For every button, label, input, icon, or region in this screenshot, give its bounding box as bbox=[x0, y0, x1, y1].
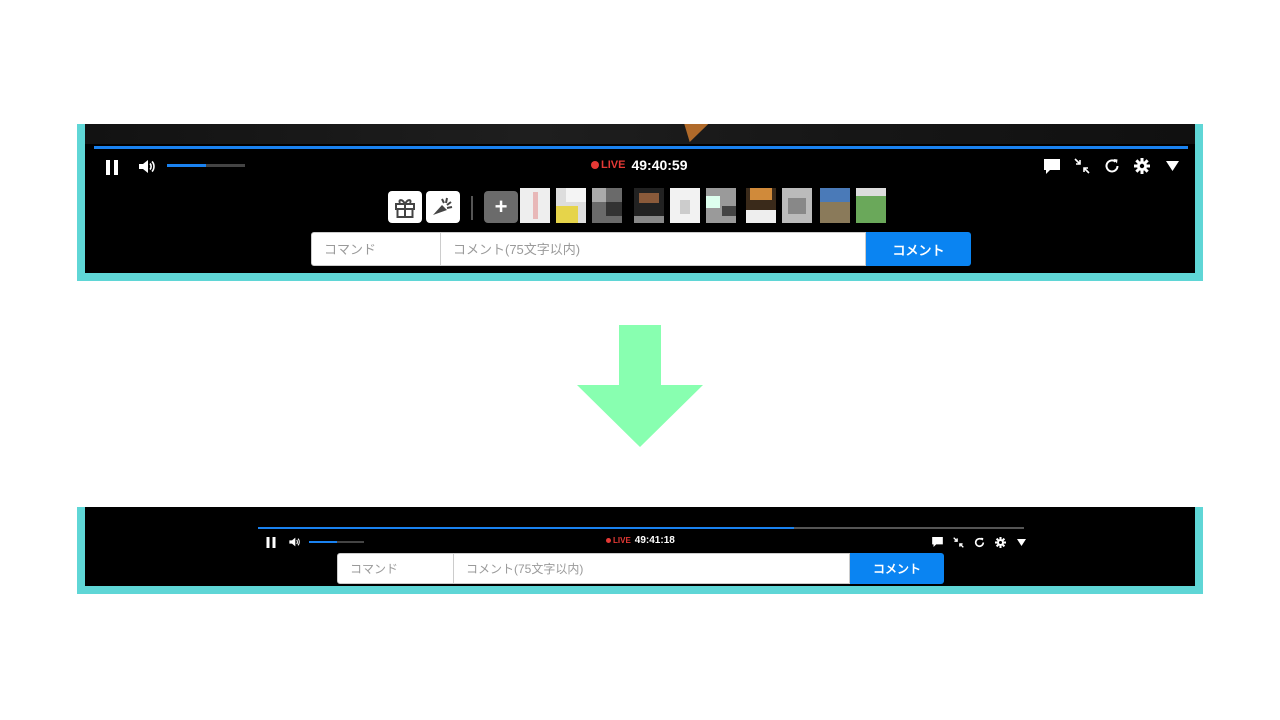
command-input[interactable] bbox=[311, 232, 441, 266]
volume-slider[interactable] bbox=[167, 164, 245, 167]
comment-form: コメント bbox=[311, 232, 971, 266]
add-item-button[interactable]: + bbox=[484, 191, 518, 223]
item-thumbnail[interactable] bbox=[592, 188, 622, 223]
comment-form: コメント bbox=[337, 553, 944, 584]
settings-icon bbox=[1134, 158, 1150, 174]
gift-button[interactable] bbox=[388, 191, 422, 223]
settings-button[interactable] bbox=[993, 535, 1007, 549]
comment-toggle-button[interactable] bbox=[1043, 157, 1061, 175]
item-thumbnail[interactable] bbox=[856, 188, 886, 223]
speaker-icon bbox=[138, 159, 155, 173]
item-thumbnail[interactable] bbox=[820, 188, 850, 223]
comment-input[interactable] bbox=[454, 553, 850, 584]
item-thumbnail[interactable] bbox=[634, 188, 664, 223]
item-thumbnail[interactable] bbox=[782, 188, 812, 223]
minimize-button[interactable] bbox=[1073, 157, 1091, 175]
comment-icon bbox=[1044, 158, 1060, 174]
volume-level bbox=[167, 164, 206, 167]
minimize-icon bbox=[1074, 158, 1090, 174]
reload-button[interactable] bbox=[1103, 157, 1121, 175]
action-separator bbox=[471, 196, 473, 220]
reload-icon bbox=[974, 537, 984, 547]
menu-triangle-icon bbox=[1016, 538, 1026, 546]
reload-icon bbox=[1105, 159, 1119, 173]
comment-input[interactable] bbox=[441, 232, 866, 266]
volume-level bbox=[309, 541, 337, 543]
minimize-icon bbox=[952, 536, 964, 548]
send-comment-button[interactable]: コメント bbox=[866, 232, 971, 266]
live-status: LIVE 49:41:18 bbox=[606, 535, 675, 546]
settings-icon bbox=[994, 536, 1006, 548]
video-frame-strip bbox=[85, 124, 1195, 144]
item-thumbnail[interactable] bbox=[556, 188, 586, 223]
gift-icon bbox=[395, 199, 415, 218]
pause-icon bbox=[266, 536, 276, 548]
menu-triangle-icon bbox=[1165, 161, 1179, 171]
pause-button[interactable] bbox=[264, 535, 278, 549]
item-thumbnail[interactable] bbox=[670, 188, 700, 223]
reload-button[interactable] bbox=[972, 535, 986, 549]
video-content-shape bbox=[677, 124, 709, 142]
elapsed-time: 49:40:59 bbox=[631, 157, 688, 173]
minimize-button[interactable] bbox=[951, 535, 965, 549]
party-popper-icon bbox=[433, 197, 453, 215]
comment-toggle-button[interactable] bbox=[930, 535, 944, 549]
live-label: LIVE bbox=[601, 159, 626, 171]
item-thumbnail[interactable] bbox=[520, 188, 550, 223]
live-dot-icon bbox=[606, 538, 611, 543]
seek-bar[interactable] bbox=[258, 527, 1024, 529]
plus-icon: + bbox=[494, 194, 508, 219]
live-dot-icon bbox=[591, 161, 599, 169]
player-after: LIVE 49:41:18 コマンド コメント(75文字以内) コメント bbox=[77, 507, 1203, 594]
volume-slider[interactable] bbox=[309, 541, 364, 543]
command-input[interactable] bbox=[337, 553, 454, 584]
seek-bar[interactable] bbox=[94, 146, 1188, 149]
nicoad-button[interactable] bbox=[426, 191, 460, 223]
live-status: LIVE 49:40:59 bbox=[591, 157, 688, 173]
volume-button[interactable] bbox=[288, 535, 302, 549]
comment-icon bbox=[931, 537, 943, 547]
live-label: LIVE bbox=[613, 536, 631, 545]
pause-icon bbox=[106, 159, 118, 175]
item-thumbnail[interactable] bbox=[706, 188, 736, 223]
seek-progress bbox=[258, 527, 795, 529]
player-before: LIVE 49:40:59 + コマンド コメント(75文字以内) コメント bbox=[77, 124, 1203, 281]
menu-button[interactable] bbox=[1014, 536, 1028, 548]
settings-button[interactable] bbox=[1133, 157, 1151, 175]
speaker-icon bbox=[289, 537, 300, 547]
send-comment-button[interactable]: コメント bbox=[850, 553, 944, 584]
pause-button[interactable] bbox=[103, 158, 121, 176]
menu-button[interactable] bbox=[1163, 158, 1181, 174]
volume-button[interactable] bbox=[137, 157, 157, 175]
item-thumbnail[interactable] bbox=[746, 188, 776, 223]
down-arrow-icon bbox=[577, 325, 703, 447]
elapsed-time: 49:41:18 bbox=[634, 535, 675, 546]
